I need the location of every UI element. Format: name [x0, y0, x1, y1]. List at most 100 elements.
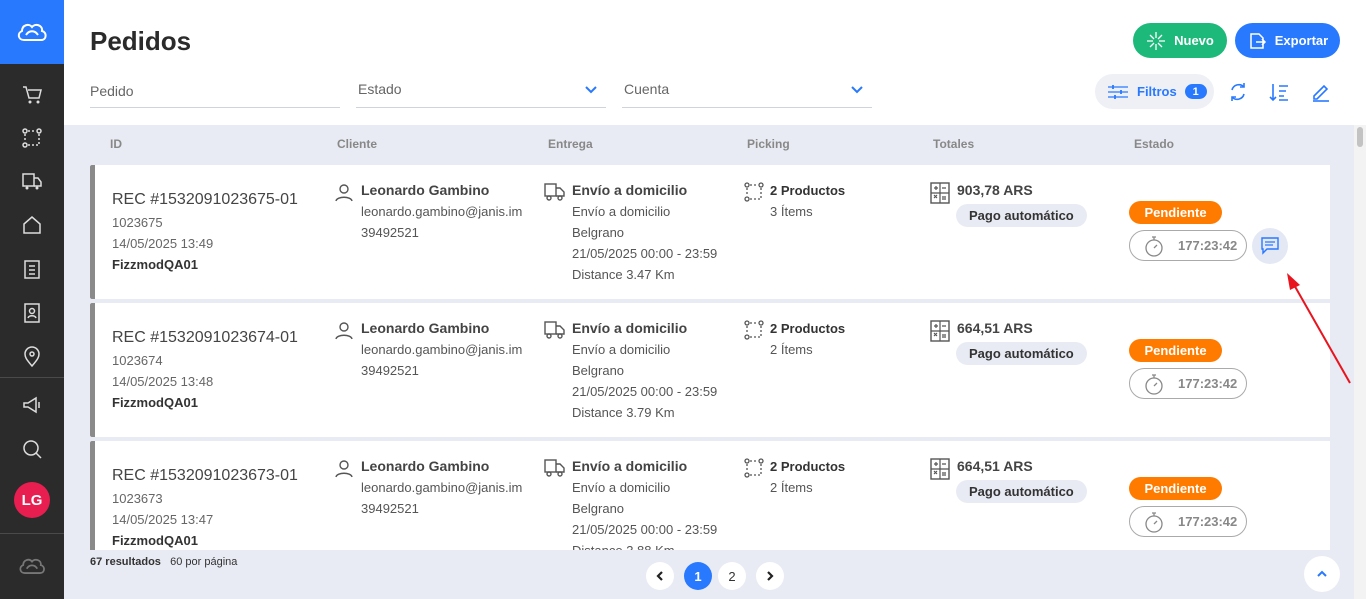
order-row[interactable]: REC #1532091023674-01 1023674 14/05/2025…: [90, 303, 1330, 437]
scrollbar-thumb[interactable]: [1357, 127, 1363, 147]
order-id[interactable]: REC #1532091023675-01: [112, 191, 298, 209]
client-document: 39492521: [361, 225, 419, 240]
delivery-truck-icon: [544, 459, 565, 477]
column-header-picking[interactable]: Picking: [747, 137, 790, 151]
delivery-zone: Belgrano: [572, 225, 625, 240]
home-icon[interactable]: [0, 205, 64, 245]
sparkle-icon: [1147, 31, 1166, 50]
status-badge: Pendiente: [1129, 339, 1222, 362]
picking-items: 2 Ítems: [770, 480, 813, 495]
sla-timer: 177:23:42: [1129, 230, 1247, 261]
location-pin-icon[interactable]: [0, 337, 64, 377]
delivery-method: Envío a domicilio: [572, 204, 671, 219]
page-2-button[interactable]: 2: [718, 562, 746, 590]
next-page-button[interactable]: [756, 562, 784, 590]
delivery-zone: Belgrano: [572, 501, 625, 516]
payment-badge: Pago automático: [956, 342, 1087, 365]
page-title: Pedidos: [90, 26, 192, 56]
sla-timer-value: 177:23:42: [1178, 376, 1238, 391]
calculator-icon: [930, 182, 950, 204]
orders-list: ID Cliente Entrega Picking Totales Estad…: [64, 125, 1354, 599]
status-badge: Pendiente: [1129, 477, 1222, 500]
order-number: 1023673: [112, 491, 163, 506]
avatar-initials: LG: [21, 491, 43, 509]
order-total: 664,51 ARS: [957, 458, 1033, 474]
export-button[interactable]: Exportar: [1235, 23, 1340, 58]
pagination-bar: 67 resultados 60 por página 1 2: [64, 550, 1354, 599]
delivery-distance: Distance 3.47 Km: [572, 267, 675, 282]
delivery-window: 21/05/2025 00:00 - 23:59: [572, 246, 718, 261]
stopwatch-icon: [1145, 511, 1163, 533]
delivery-type: Envío a domicilio: [572, 182, 688, 198]
sidebar-divider: [0, 533, 64, 534]
order-seller: FizzmodQA01: [112, 533, 198, 548]
megaphone-icon[interactable]: [0, 385, 64, 425]
edit-pencil-icon[interactable]: [1309, 80, 1333, 104]
order-seller: FizzmodQA01: [112, 395, 198, 410]
user-icon: [335, 184, 353, 202]
status-badge: Pendiente: [1129, 201, 1222, 224]
order-date: 14/05/2025 13:48: [112, 374, 214, 389]
cart-icon[interactable]: [0, 75, 64, 115]
delivery-zone: Belgrano: [572, 363, 625, 378]
delivery-truck-icon[interactable]: [0, 161, 64, 201]
picking-items: 2 Ítems: [770, 342, 813, 357]
per-page-select[interactable]: 60 por página: [170, 556, 237, 568]
order-search-input[interactable]: [90, 76, 340, 106]
search-icon[interactable]: [0, 429, 64, 469]
page-1-button[interactable]: 1: [684, 562, 712, 590]
picking-route-icon: [744, 320, 764, 340]
account-select[interactable]: Cuenta: [622, 76, 872, 108]
calculator-icon: [930, 320, 950, 342]
chevron-up-icon: [1317, 570, 1327, 577]
payment-badge: Pago automático: [956, 480, 1087, 503]
delivery-type: Envío a domicilio: [572, 320, 688, 336]
comment-icon: [1261, 237, 1279, 255]
column-header-client[interactable]: Cliente: [337, 137, 377, 151]
column-header-delivery[interactable]: Entrega: [548, 137, 593, 151]
new-button[interactable]: Nuevo: [1133, 23, 1227, 58]
sidebar: LG: [0, 0, 64, 599]
filters-button[interactable]: Filtros 1: [1095, 74, 1214, 109]
new-button-label: Nuevo: [1174, 33, 1214, 48]
picking-route-icon[interactable]: [0, 118, 64, 158]
sliders-icon: [1108, 84, 1128, 99]
vertical-scrollbar[interactable]: [1354, 125, 1366, 599]
user-icon: [335, 460, 353, 478]
refresh-icon[interactable]: [1226, 80, 1250, 104]
sort-icon[interactable]: [1267, 80, 1291, 104]
order-id[interactable]: REC #1532091023673-01: [112, 467, 298, 485]
state-select-label: Estado: [358, 81, 402, 97]
filters-count-badge: 1: [1184, 84, 1207, 99]
order-row[interactable]: REC #1532091023675-01 1023675 14/05/2025…: [90, 165, 1330, 299]
prev-page-button[interactable]: [646, 562, 674, 590]
user-icon: [335, 322, 353, 340]
user-avatar[interactable]: LG: [14, 482, 50, 518]
client-document: 39492521: [361, 501, 419, 516]
app-logo[interactable]: [0, 0, 64, 64]
client-name: Leonardo Gambino: [361, 182, 490, 198]
results-count: 67 resultados: [90, 556, 161, 568]
client-document: 39492521: [361, 363, 419, 378]
filters-label: Filtros: [1137, 84, 1177, 99]
client-email: leonardo.gambino@janis.im: [361, 342, 523, 357]
client-name: Leonardo Gambino: [361, 320, 490, 336]
client-email: leonardo.gambino@janis.im: [361, 204, 523, 219]
column-header-totals[interactable]: Totales: [933, 137, 974, 151]
order-id[interactable]: REC #1532091023674-01: [112, 329, 298, 347]
delivery-method: Envío a domicilio: [572, 342, 671, 357]
client-name: Leonardo Gambino: [361, 458, 490, 474]
scroll-to-top-button[interactable]: [1304, 556, 1340, 592]
state-select[interactable]: Estado: [356, 76, 606, 108]
order-date: 14/05/2025 13:49: [112, 236, 214, 251]
delivery-window: 21/05/2025 00:00 - 23:59: [572, 384, 718, 399]
column-header-status[interactable]: Estado: [1134, 137, 1174, 151]
column-header-id[interactable]: ID: [110, 137, 122, 151]
clipboard-icon[interactable]: [0, 249, 64, 289]
order-filter-field[interactable]: [90, 76, 340, 108]
comment-button[interactable]: [1252, 228, 1288, 264]
picking-products: 2 Productos: [770, 183, 846, 198]
chevron-down-icon: [585, 86, 597, 94]
account-select-label: Cuenta: [624, 81, 670, 97]
contacts-icon[interactable]: [0, 293, 64, 333]
